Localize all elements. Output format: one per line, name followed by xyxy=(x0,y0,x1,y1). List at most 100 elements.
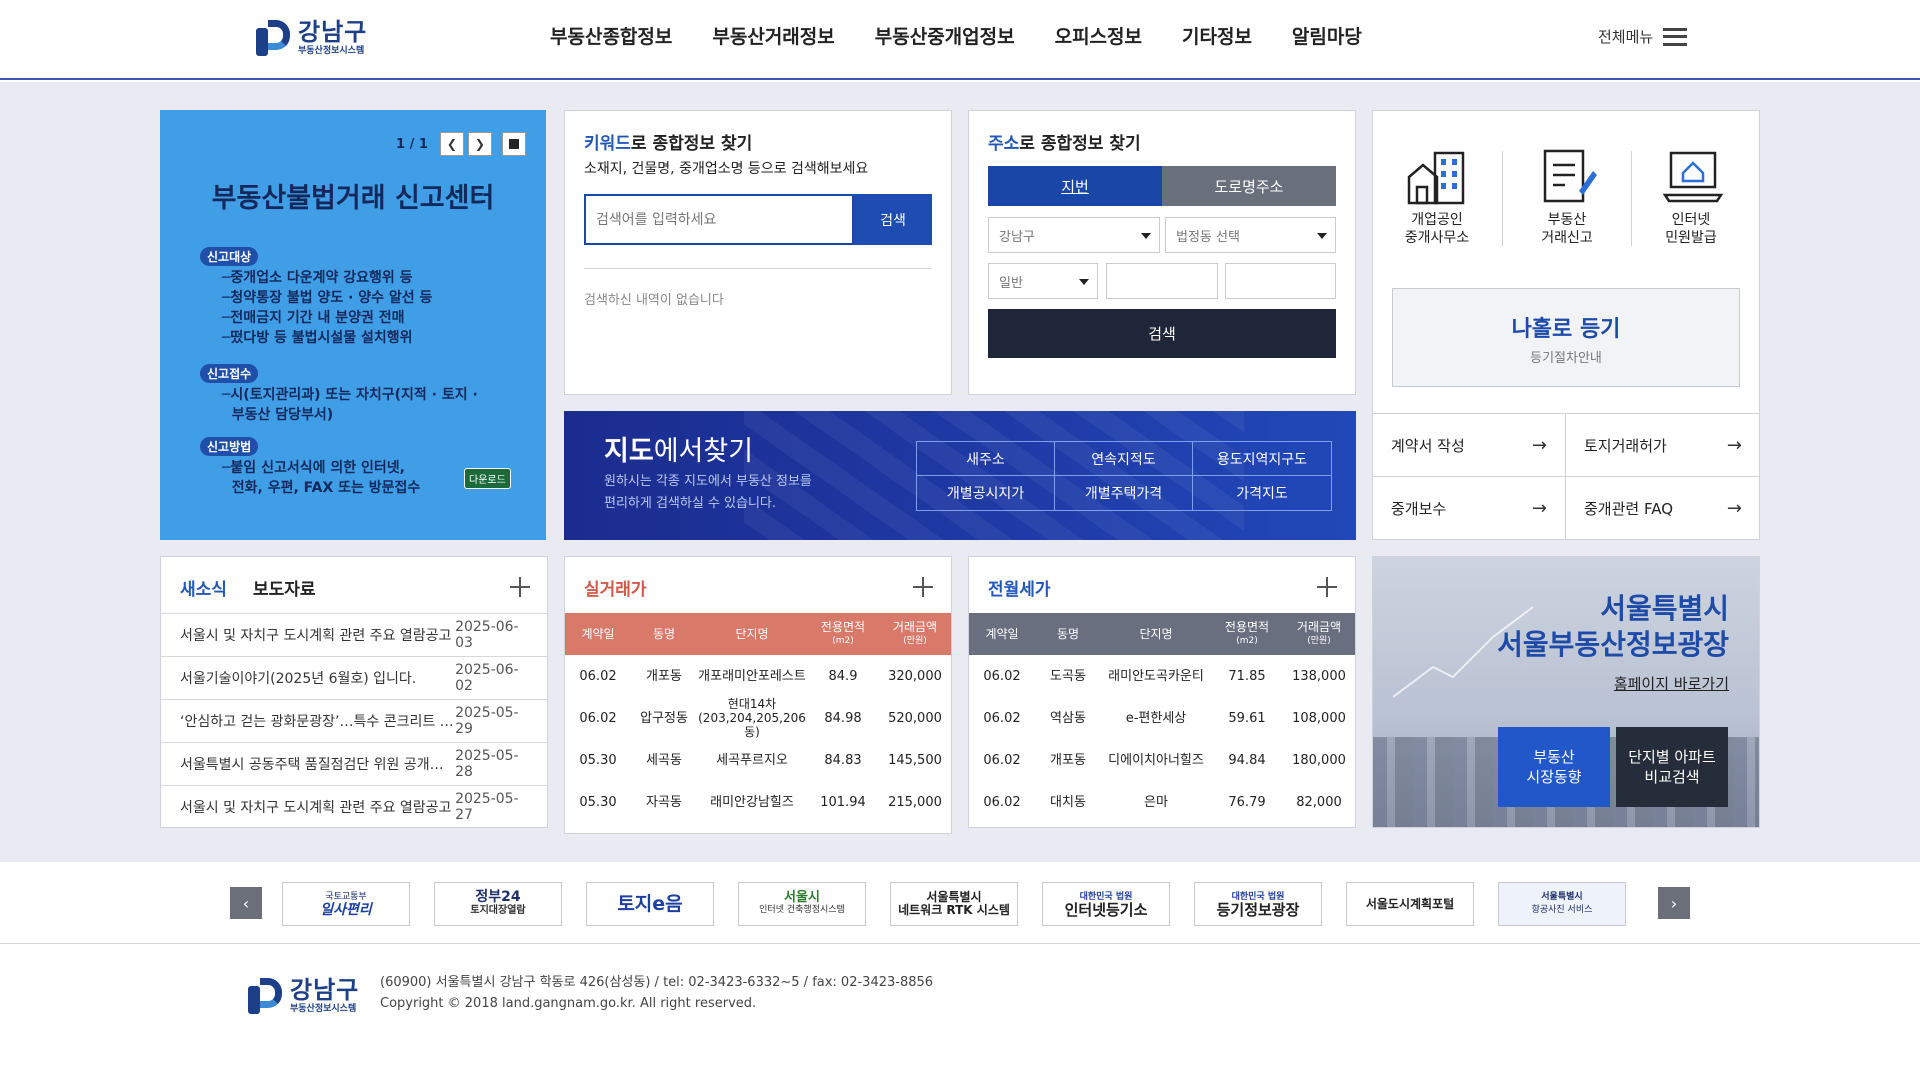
self-registration-subtitle: 등기절차안내 xyxy=(1530,351,1602,366)
nav-item-trade-info[interactable]: 부동산거래정보 xyxy=(692,22,854,49)
nav-item-broker-info[interactable]: 부동산중개업정보 xyxy=(855,22,1035,49)
tab-news[interactable]: 새소식 xyxy=(180,575,227,600)
map-link-cadastral[interactable]: 연속지적도 xyxy=(1055,442,1193,476)
trade-table: 계약일 동명 단지명 전용면적 (m2) 거래금액 (만원) 06.02 개포동 개포래… xyxy=(565,613,951,823)
table-row[interactable]: 06.02 개포동 디에이치아너힐즈 94.84 180,000 xyxy=(969,739,1355,781)
table-row[interactable]: 05.30 자곡동 래미안강남힐즈 101.94 215,000 xyxy=(565,781,951,823)
related-site-link[interactable]: 서울도시계획포털 xyxy=(1346,882,1474,926)
table-header: 동명 xyxy=(1056,627,1080,641)
market-trend-button[interactable]: 부동산 시장동향 xyxy=(1498,727,1610,807)
rent-title: 전월세가 xyxy=(988,580,1051,600)
chevron-right-icon: › xyxy=(1670,893,1678,913)
link-brokerage-fee[interactable]: 중개보수 → xyxy=(1373,476,1566,539)
tab-jibun[interactable]: 지번 xyxy=(988,166,1162,206)
banner-tag: 신고방법 xyxy=(200,437,259,456)
download-button[interactable]: 다운로드 xyxy=(464,468,511,489)
table-row[interactable]: 06.02 역삼동 e-편한세상 59.61 108,000 xyxy=(969,697,1355,739)
banner-line: ─붙임 신고서식에 의한 인터넷, xyxy=(222,460,405,476)
map-link-land-price[interactable]: 개별공시지가 xyxy=(917,476,1055,510)
dong-select[interactable]: 법정동 선택 xyxy=(1165,217,1336,253)
table-header: 계약일 xyxy=(581,627,615,641)
quick-item-broker[interactable]: 개업공인 중개사무소 xyxy=(1377,211,1497,247)
links-next-button[interactable]: › xyxy=(1658,887,1690,919)
self-registration-button[interactable]: 나홀로 등기 등기절차안내 xyxy=(1392,288,1740,387)
site-logo[interactable]: 강남구 부동산정보시스템 xyxy=(254,18,367,58)
table-row[interactable]: 06.02 개포동 개포래미안포레스트 84.9 320,000 xyxy=(565,655,951,697)
related-site-link[interactable]: 대한민국 법원 인터넷등기소 xyxy=(1042,882,1170,926)
news-row[interactable]: 서울기술이야기(2025년 6월호) 입니다. 2025-06-02 xyxy=(161,656,547,699)
banner-next-button[interactable]: ❯ xyxy=(467,132,492,156)
map-search-banner: 지도에서찾기 원하시는 각종 지도에서 부동산 정보를 편리하게 검색하실 수 있… xyxy=(564,411,1356,540)
plus-icon[interactable] xyxy=(913,577,933,597)
keyword-search-panel: 키워드로 종합정보 찾기 소재지, 건물명, 중개업소명 등으로 검색해보세요 … xyxy=(564,110,952,395)
table-row[interactable]: 05.30 세곡동 세곡푸르지오 84.83 145,500 xyxy=(565,739,951,781)
tab-press[interactable]: 보도자료 xyxy=(253,575,316,600)
gu-select[interactable]: 강남구 xyxy=(988,217,1160,253)
nav-item-notice[interactable]: 알림마당 xyxy=(1272,22,1382,49)
banner-stop-button[interactable] xyxy=(501,132,526,156)
map-link-price-map[interactable]: 가격지도 xyxy=(1193,476,1331,510)
map-link-new-address[interactable]: 새주소 xyxy=(917,442,1055,476)
building-icon xyxy=(1407,151,1465,205)
related-site-link[interactable]: 토지e음 xyxy=(586,882,714,926)
address-search-button[interactable]: 검색 xyxy=(988,309,1336,358)
news-row[interactable]: 서울시 및 자치구 도시계획 관련 주요 열람공고 2025-05-27 xyxy=(161,785,547,828)
seoul-homepage-link[interactable]: 홈페이지 바로가기 xyxy=(1614,673,1729,694)
quick-item-trade-report[interactable]: 부동산 거래신고 xyxy=(1507,211,1627,247)
news-row[interactable]: 서울시 및 자치구 도시계획 관련 주요 열람공고 2025-06-03 xyxy=(161,613,547,656)
banner-section-target: 신고대상 ─중개업소 다운계약 강요행위 등 ─청약통장 불법 양도 · 양수 … xyxy=(200,246,432,348)
footer-logo: 강남구 부동산정보시스템 xyxy=(246,976,359,1016)
links-prev-button[interactable]: ‹ xyxy=(230,887,262,919)
banner-title: 부동산불법거래 신고센터 xyxy=(211,183,495,214)
link-land-permit[interactable]: 토지거래허가 → xyxy=(1566,413,1760,476)
chevron-right-icon: ❯ xyxy=(474,137,485,151)
arrow-right-icon: → xyxy=(1531,497,1547,519)
main-lot-number-input[interactable] xyxy=(1106,263,1218,299)
gangnam-logo-icon xyxy=(254,18,294,58)
quick-item-civil-issue[interactable]: 인터넷 민원발급 xyxy=(1631,211,1751,247)
keyword-search-button[interactable]: 검색 xyxy=(854,194,932,245)
related-site-link[interactable]: 서울시 인터넷 건축행정시스템 xyxy=(738,882,866,926)
nav-item-general-info[interactable]: 부동산종합정보 xyxy=(530,22,692,49)
related-site-link[interactable]: 서울특별시 네트워크 RTK 시스템 xyxy=(890,882,1018,926)
table-header: 단지명 xyxy=(735,627,769,641)
news-row[interactable]: ‘안심하고 걷는 광화문광장’…특수 콘크리트 볼라드 2025-05-29 xyxy=(161,699,547,742)
link-broker-faq[interactable]: 중개관련 FAQ → xyxy=(1566,476,1760,539)
table-header: 단지명 xyxy=(1139,627,1173,641)
banner-line: ─시(토지관리과) 또는 자치구(지적 · 토지 · xyxy=(222,387,478,403)
keyword-search-input[interactable] xyxy=(584,194,854,245)
illegal-trade-banner[interactable]: 1 / 1 ❮ ❯ 부동산불법거래 신고센터 신고대상 ─중개업소 다운계약 강… xyxy=(160,110,546,540)
banner-line: 전화, 우편, FAX 또는 방문접수 xyxy=(222,480,421,496)
plus-icon[interactable] xyxy=(510,577,530,597)
related-site-link[interactable]: 대한민국 법원 등기정보광장 xyxy=(1194,882,1322,926)
caret-down-icon xyxy=(1079,279,1089,285)
all-menu-button[interactable]: 전체메뉴 xyxy=(1598,26,1688,47)
sub-lot-number-input[interactable] xyxy=(1225,263,1336,299)
chevron-left-icon: ❮ xyxy=(446,137,457,151)
related-site-link[interactable]: 서울특별시 항공사진 서비스 xyxy=(1498,882,1626,926)
footer-info: (60900) 서울특별시 강남구 학동로 426(삼성동) / tel: 02… xyxy=(380,972,933,1014)
all-menu-label: 전체메뉴 xyxy=(1598,28,1654,46)
map-link-zoning[interactable]: 용도지역지구도 xyxy=(1193,442,1331,476)
table-row[interactable]: 06.02 도곡동 래미안도곡카운티 71.85 138,000 xyxy=(969,655,1355,697)
chevron-left-icon: ‹ xyxy=(242,893,250,913)
nav-item-office-info[interactable]: 오피스정보 xyxy=(1035,22,1162,49)
related-site-link[interactable]: 정부24 토지대장열람 xyxy=(434,882,562,926)
tab-road-address[interactable]: 도로명주소 xyxy=(1162,166,1336,206)
caret-down-icon xyxy=(1317,233,1327,239)
apartment-compare-button[interactable]: 단지별 아파트 비교검색 xyxy=(1616,727,1728,807)
plus-icon[interactable] xyxy=(1317,577,1337,597)
related-site-link[interactable]: 국토교통부 일사편리 xyxy=(282,882,410,926)
arrow-right-icon: → xyxy=(1726,497,1742,519)
lot-type-select[interactable]: 일반 xyxy=(988,263,1098,299)
seoul-banner-title: 서울특별시 서울부동산정보광장 xyxy=(1497,592,1729,661)
keyword-subtitle: 소재지, 건물명, 중개업소명 등으로 검색해보세요 xyxy=(584,161,869,177)
table-row[interactable]: 06.02 대치동 은마 76.79 82,000 xyxy=(969,781,1355,823)
news-row[interactable]: 서울특별시 공동주택 품질점검단 위원 공개모집 2025-05-28 xyxy=(161,742,547,785)
map-link-house-price[interactable]: 개별주택가격 xyxy=(1055,476,1193,510)
table-row[interactable]: 06.02 압구정동 현대14차(203,204,205,206동) 84.98 520… xyxy=(565,697,951,739)
rent-price-panel: 전월세가 계약일 동명 단지명 전용면적 (m2) 거래금액 (만원) 06.02 도… xyxy=(968,556,1356,828)
nav-item-other-info[interactable]: 기타정보 xyxy=(1162,22,1272,49)
banner-prev-button[interactable]: ❮ xyxy=(439,132,464,156)
link-contract-write[interactable]: 계약서 작성 → xyxy=(1373,413,1566,476)
